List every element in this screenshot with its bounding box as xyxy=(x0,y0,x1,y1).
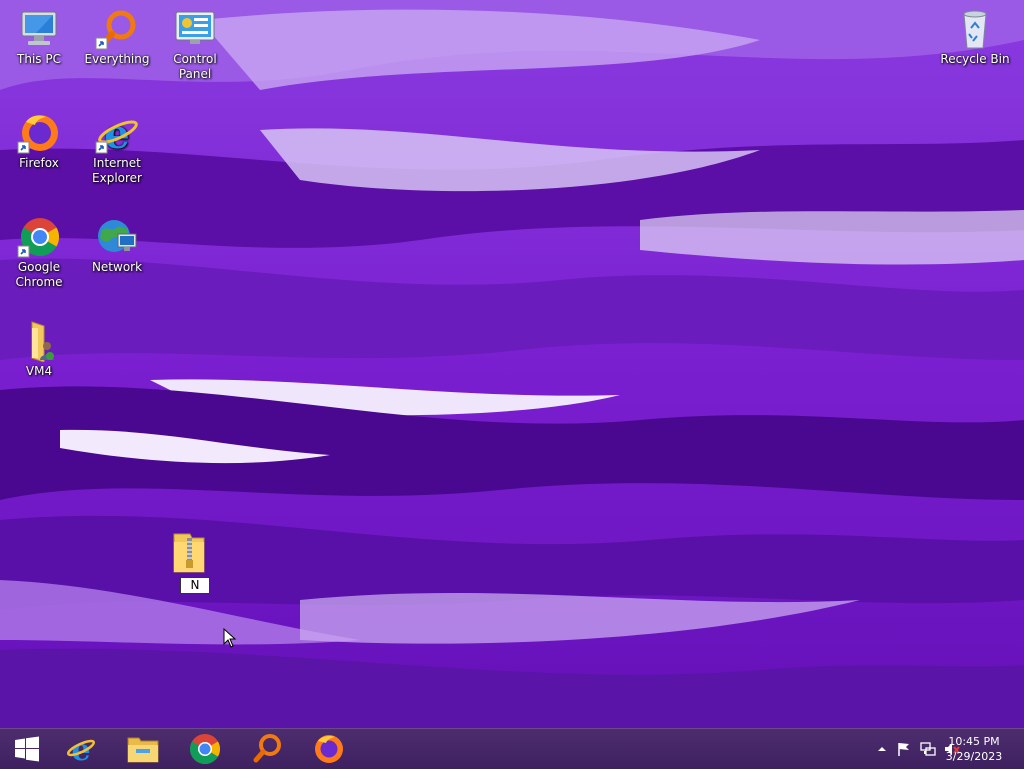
chrome-logo-icon xyxy=(17,218,60,258)
control-panel-label: Control Panel xyxy=(173,52,217,81)
vm4-folder-icon[interactable]: VM4 xyxy=(2,320,76,379)
taskbar-clock[interactable]: 10:45 PM 3/29/2023 xyxy=(942,734,1006,764)
action-center-flag-icon[interactable] xyxy=(896,741,912,757)
recycle-bin-icon[interactable]: Recycle Bin xyxy=(938,8,1012,67)
this-pc-icon[interactable]: This PC xyxy=(2,8,76,67)
taskbar-internet-explorer[interactable]: e xyxy=(54,729,108,769)
show-hidden-icons-chevron-icon[interactable] xyxy=(874,741,890,757)
internet-explorer-icon[interactable]: e Internet Explorer xyxy=(80,112,154,186)
ie-icon: e xyxy=(66,733,96,765)
firefox-logo-icon xyxy=(17,115,58,154)
network-label: Network xyxy=(91,260,143,274)
everything-icon[interactable]: Everything xyxy=(80,8,154,67)
zip-folder-icon xyxy=(173,533,205,573)
taskbar-firefox[interactable] xyxy=(302,729,356,769)
trash-bin-icon xyxy=(963,10,987,49)
firefox-icon[interactable]: Firefox xyxy=(2,112,76,171)
network-globe-icon xyxy=(98,220,137,252)
user-folder-icon xyxy=(31,321,54,362)
folder-icon xyxy=(127,737,159,763)
clock-time: 10:45 PM xyxy=(948,735,1000,748)
vm4-label: VM4 xyxy=(25,364,53,378)
google-chrome-label: Google Chrome xyxy=(15,260,63,289)
network-status-icon[interactable] xyxy=(920,741,936,757)
this-pc-label: This PC xyxy=(17,52,61,66)
everything-search-icon xyxy=(253,734,281,763)
taskbar-file-explorer[interactable] xyxy=(116,729,170,769)
system-tray: 10:45 PM 3/29/2023 xyxy=(824,729,1024,769)
rename-textbox[interactable] xyxy=(180,577,210,594)
taskbar-everything[interactable] xyxy=(240,729,294,769)
desktop-wallpaper xyxy=(0,0,1024,728)
everything-label: Everything xyxy=(84,52,150,66)
control-panel-graphic-icon xyxy=(175,11,215,44)
firefox-icon xyxy=(315,735,343,763)
clock-date: 3/29/2023 xyxy=(945,750,1003,763)
control-panel-icon[interactable]: Control Panel xyxy=(158,8,232,82)
recycle-bin-label: Recycle Bin xyxy=(940,52,1010,66)
taskbar: e 10:45 PM 3/29/2023 xyxy=(0,728,1024,769)
start-button[interactable] xyxy=(0,729,54,769)
computer-icon xyxy=(21,11,57,45)
taskbar-google-chrome[interactable] xyxy=(178,729,232,769)
search-magnifier-icon xyxy=(95,10,136,50)
windows-logo-icon xyxy=(15,736,39,762)
mouse-pointer-icon xyxy=(223,628,237,648)
internet-explorer-label: Internet Explorer xyxy=(92,156,142,185)
chrome-icon xyxy=(189,734,221,765)
firefox-label: Firefox xyxy=(19,156,59,170)
network-icon[interactable]: Network xyxy=(80,216,154,275)
ie-logo-icon: e xyxy=(95,112,138,154)
google-chrome-icon[interactable]: Google Chrome xyxy=(2,216,76,290)
new-zip-folder-icon[interactable] xyxy=(172,530,206,574)
